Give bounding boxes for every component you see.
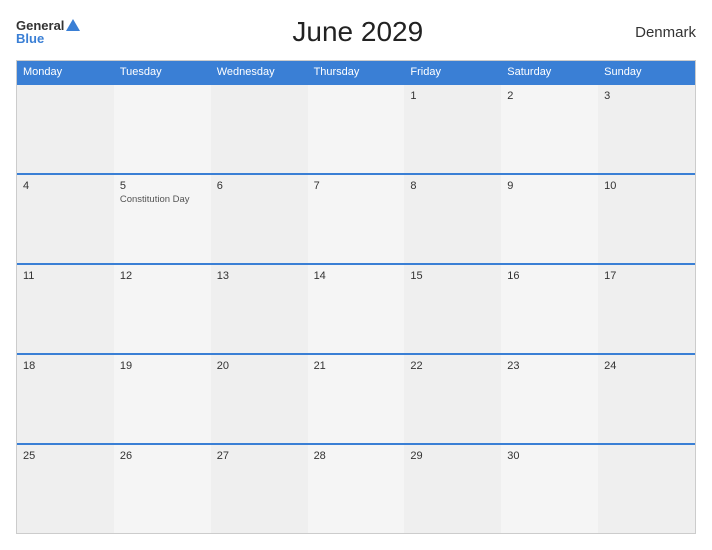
calendar-cell: 9: [501, 175, 598, 263]
day-number: 13: [217, 270, 302, 282]
calendar-cell: 17: [598, 265, 695, 353]
calendar-cell: 12: [114, 265, 211, 353]
calendar-cell: 7: [308, 175, 405, 263]
day-number: 15: [410, 270, 495, 282]
day-number: 30: [507, 450, 592, 462]
calendar-cell: 1: [404, 85, 501, 173]
calendar-cell: 5 Constitution Day: [114, 175, 211, 263]
day-number: 8: [410, 180, 495, 192]
calendar-cell: 6: [211, 175, 308, 263]
calendar-cell: 3: [598, 85, 695, 173]
calendar-week-1: 123: [17, 83, 695, 173]
calendar-cell: [211, 85, 308, 173]
country-label: Denmark: [635, 24, 696, 41]
day-number: 10: [604, 180, 689, 192]
day-number: 5: [120, 180, 205, 192]
calendar-week-3: 11 12 13 14 15 16 17: [17, 263, 695, 353]
calendar-cell: [114, 85, 211, 173]
day-number: 1: [410, 90, 495, 102]
calendar-header: MondayTuesdayWednesdayThursdayFridaySatu…: [17, 61, 695, 83]
calendar-cell: 10: [598, 175, 695, 263]
day-number: 29: [410, 450, 495, 462]
calendar-cell: 28: [308, 445, 405, 533]
day-event: Constitution Day: [120, 194, 205, 205]
calendar-cell: 20: [211, 355, 308, 443]
calendar-cell: 13: [211, 265, 308, 353]
calendar-cell: [308, 85, 405, 173]
calendar: MondayTuesdayWednesdayThursdayFridaySatu…: [16, 60, 696, 534]
calendar-cell: 14: [308, 265, 405, 353]
calendar-cell: 16: [501, 265, 598, 353]
day-number: 26: [120, 450, 205, 462]
calendar-cell: 29: [404, 445, 501, 533]
calendar-cell: 27: [211, 445, 308, 533]
day-number: 21: [314, 360, 399, 372]
calendar-cell: 4: [17, 175, 114, 263]
day-number: 18: [23, 360, 108, 372]
day-number: 25: [23, 450, 108, 462]
day-number: 12: [120, 270, 205, 282]
weekday-header-saturday: Saturday: [501, 61, 598, 83]
calendar-cell: 30: [501, 445, 598, 533]
day-number: 7: [314, 180, 399, 192]
calendar-cell: 21: [308, 355, 405, 443]
calendar-cell: 22: [404, 355, 501, 443]
weekday-header-wednesday: Wednesday: [211, 61, 308, 83]
day-number: 23: [507, 360, 592, 372]
calendar-cell: 19: [114, 355, 211, 443]
logo-triangle-icon: [66, 19, 80, 31]
day-number: 17: [604, 270, 689, 282]
calendar-cell: [598, 445, 695, 533]
weekday-header-thursday: Thursday: [308, 61, 405, 83]
calendar-cell: 2: [501, 85, 598, 173]
day-number: 20: [217, 360, 302, 372]
calendar-cell: 23: [501, 355, 598, 443]
calendar-cell: 26: [114, 445, 211, 533]
day-number: 2: [507, 90, 592, 102]
day-number: 16: [507, 270, 592, 282]
day-number: 28: [314, 450, 399, 462]
logo-blue-text: Blue: [16, 32, 80, 45]
day-number: 19: [120, 360, 205, 372]
calendar-cell: 11: [17, 265, 114, 353]
calendar-cell: 18: [17, 355, 114, 443]
weekday-header-monday: Monday: [17, 61, 114, 83]
weekday-header-sunday: Sunday: [598, 61, 695, 83]
weekday-header-tuesday: Tuesday: [114, 61, 211, 83]
calendar-cell: [17, 85, 114, 173]
day-number: 4: [23, 180, 108, 192]
calendar-week-2: 45 Constitution Day 6789 10: [17, 173, 695, 263]
weekday-header-friday: Friday: [404, 61, 501, 83]
day-number: 27: [217, 450, 302, 462]
page-header: General Blue June 2029 Denmark: [16, 16, 696, 48]
day-number: 24: [604, 360, 689, 372]
page-title: June 2029: [292, 16, 423, 48]
day-number: 11: [23, 270, 108, 282]
day-number: 22: [410, 360, 495, 372]
day-number: 3: [604, 90, 689, 102]
calendar-body: 12345Constitution Day6789101112131415161…: [17, 83, 695, 533]
calendar-week-5: 25 26 27 28 29 30: [17, 443, 695, 533]
calendar-cell: 15: [404, 265, 501, 353]
logo: General Blue: [16, 19, 80, 45]
calendar-cell: 8: [404, 175, 501, 263]
calendar-cell: 25: [17, 445, 114, 533]
day-number: 9: [507, 180, 592, 192]
calendar-cell: 24: [598, 355, 695, 443]
day-number: 6: [217, 180, 302, 192]
calendar-week-4: 18 19 20 21 22 23 24: [17, 353, 695, 443]
day-number: 14: [314, 270, 399, 282]
